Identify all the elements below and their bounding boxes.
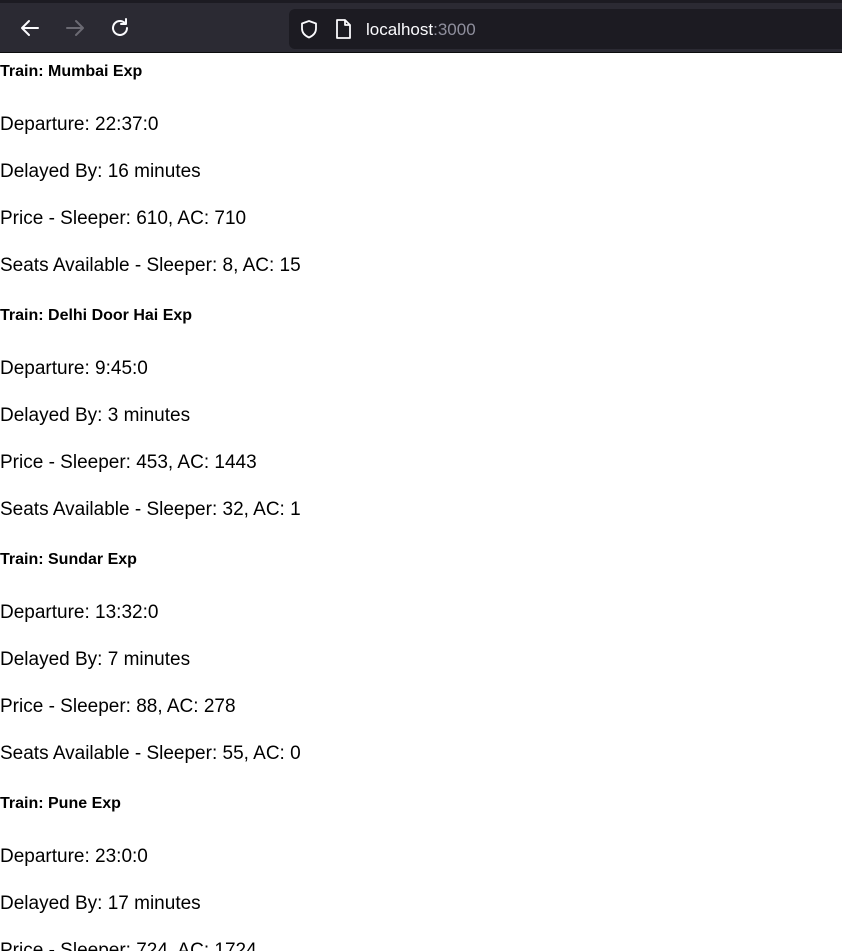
back-button[interactable] xyxy=(15,13,45,43)
shield-icon[interactable] xyxy=(299,19,319,39)
train-price: Price - Sleeper: 453, AC: 1443 xyxy=(0,452,257,473)
train-card: Train: Pune Exp Departure: 23:0:0 Delaye… xyxy=(0,795,842,951)
train-price: Price - Sleeper: 724, AC: 1724 xyxy=(0,940,257,951)
arrow-left-icon xyxy=(21,20,39,36)
train-title: Train: Sundar Exp xyxy=(0,551,137,568)
train-delay: Delayed By: 16 minutes xyxy=(0,161,201,182)
train-title: Train: Delhi Door Hai Exp xyxy=(0,307,193,324)
train-seats: Seats Available - Sleeper: 32, AC: 1 xyxy=(0,499,301,520)
train-price: Price - Sleeper: 610, AC: 710 xyxy=(0,208,247,229)
train-departure: Departure: 22:37:0 xyxy=(0,114,159,135)
reload-button[interactable] xyxy=(105,13,135,43)
train-card: Train: Mumbai Exp Departure: 22:37:0 Del… xyxy=(0,63,842,277)
address-bar[interactable]: localhost:3000 xyxy=(289,9,842,49)
train-card: Train: Delhi Door Hai Exp Departure: 9:4… xyxy=(0,307,842,521)
page-icon[interactable] xyxy=(334,18,352,40)
url-text[interactable]: localhost:3000 xyxy=(366,20,476,40)
page-content: Train: Mumbai Exp Departure: 22:37:0 Del… xyxy=(0,53,842,951)
browser-toolbar: localhost:3000 xyxy=(0,0,842,53)
train-delay: Delayed By: 7 minutes xyxy=(0,649,191,670)
train-seats: Seats Available - Sleeper: 8, AC: 15 xyxy=(0,255,301,276)
train-delay: Delayed By: 17 minutes xyxy=(0,893,201,914)
train-card: Train: Sundar Exp Departure: 13:32:0 Del… xyxy=(0,551,842,765)
train-title: Train: Mumbai Exp xyxy=(0,63,143,80)
forward-button[interactable] xyxy=(60,13,90,43)
train-departure: Departure: 13:32:0 xyxy=(0,602,159,623)
url-port: :3000 xyxy=(433,20,476,39)
url-host: localhost xyxy=(366,20,434,39)
train-departure: Departure: 23:0:0 xyxy=(0,846,148,867)
train-price: Price - Sleeper: 88, AC: 278 xyxy=(0,696,236,717)
arrow-right-icon xyxy=(66,20,84,36)
train-delay: Delayed By: 3 minutes xyxy=(0,405,191,426)
train-departure: Departure: 9:45:0 xyxy=(0,358,148,379)
train-seats: Seats Available - Sleeper: 55, AC: 0 xyxy=(0,743,301,764)
train-title: Train: Pune Exp xyxy=(0,795,121,812)
reload-icon xyxy=(112,18,128,36)
